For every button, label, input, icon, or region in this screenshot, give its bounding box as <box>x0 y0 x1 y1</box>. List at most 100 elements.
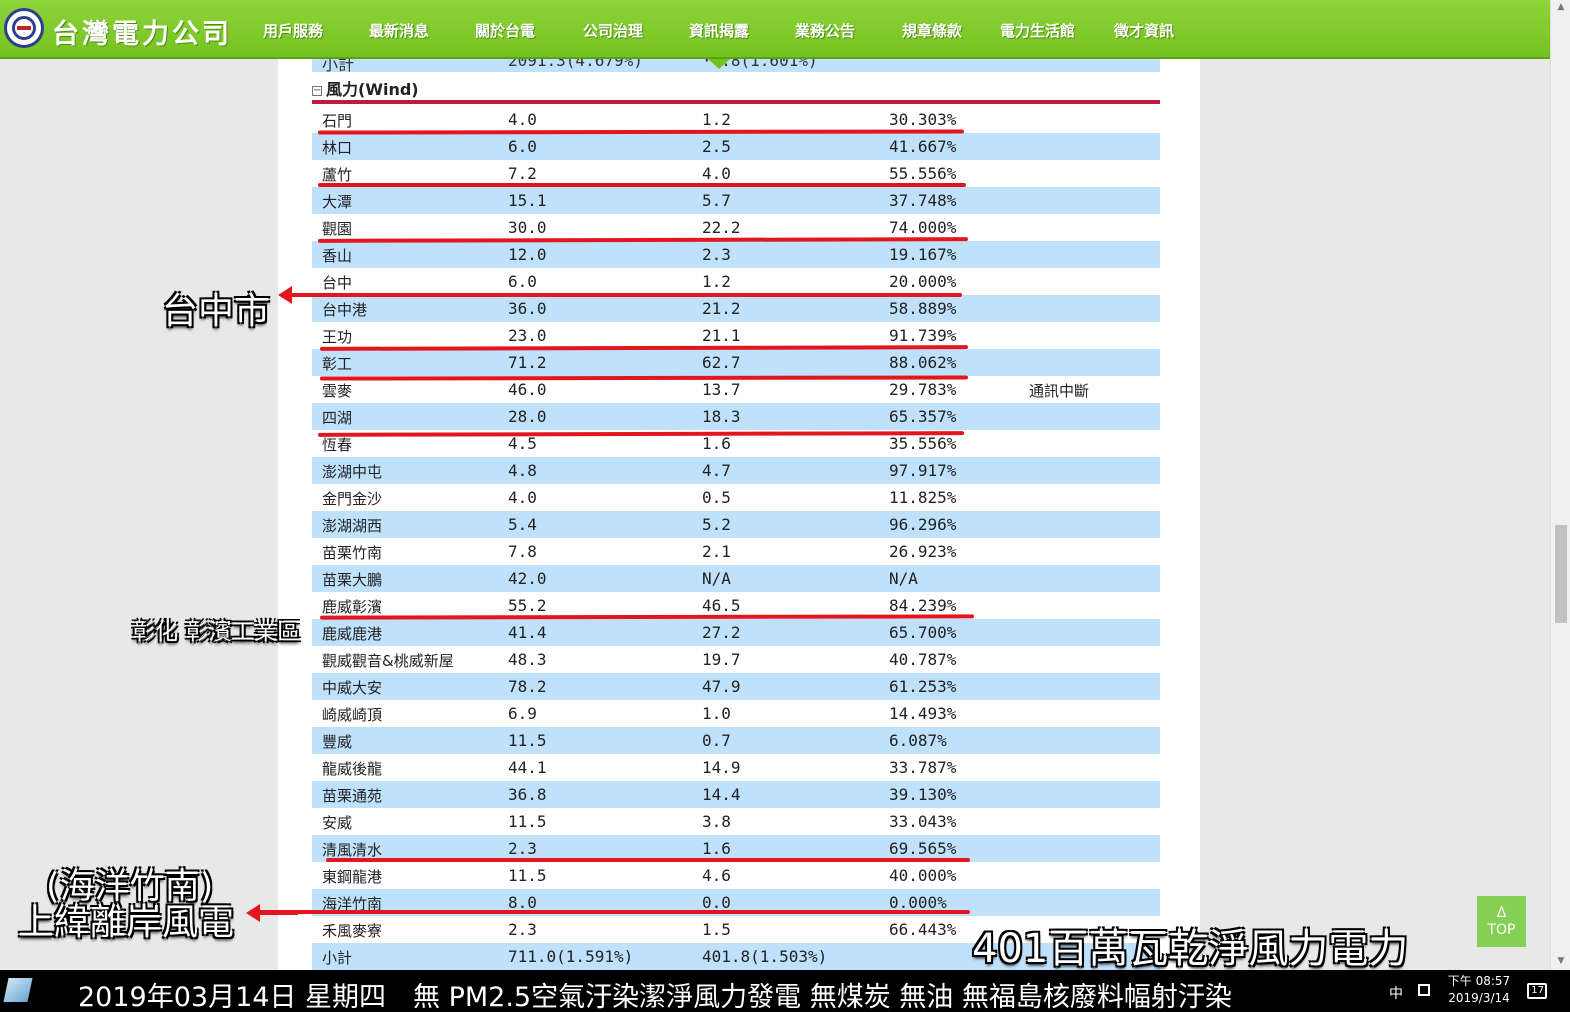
back-to-top-button[interactable]: Δ TOP <box>1477 896 1526 947</box>
wind-power-table: 石門 4.0 1.2 30.303% 林口 6.0 2.5 41.667% 蘆竹 7.2 4.0 55… <box>312 106 1160 970</box>
installed-capacity: 2.3 <box>508 920 537 939</box>
scroll-up-icon[interactable]: ▲ <box>1555 2 1567 12</box>
station-name: 豐威 <box>322 733 353 751</box>
tray-app-icon[interactable] <box>1418 984 1430 996</box>
station-name: 石門 <box>322 112 353 130</box>
ime-indicator[interactable]: 中 <box>1389 983 1403 1003</box>
installed-capacity: 11.5 <box>508 731 547 750</box>
net-output: 1.5 <box>702 920 731 939</box>
station-name: 大潭 <box>322 193 353 211</box>
clock-time: 下午 08:57 <box>1447 974 1511 988</box>
station-name: 彰工 <box>322 355 353 373</box>
output-ratio: 66.443% <box>889 920 957 939</box>
table-row: 四湖 28.0 18.3 65.357% <box>312 403 1160 430</box>
installed-capacity: 4.5 <box>508 434 537 453</box>
net-output: 19.7 <box>702 650 741 669</box>
net-output: 5.7 <box>702 191 731 210</box>
net-output: 21.1 <box>702 326 741 345</box>
table-row: 澎湖湖西 5.4 5.2 96.296% <box>312 511 1160 538</box>
installed-capacity: 46.0 <box>508 380 547 399</box>
output-ratio: 91.739% <box>889 326 957 345</box>
site-logo-text[interactable]: 台灣電力公司 <box>52 12 232 51</box>
callout-total-wind: 401百萬瓦乾淨風力電力 <box>972 926 1409 972</box>
net-output: 21.2 <box>702 299 741 318</box>
nav-disclosure[interactable]: 資訊揭露 <box>689 20 749 41</box>
output-ratio: 35.556% <box>889 434 957 453</box>
output-ratio: 41.667% <box>889 137 957 156</box>
underline-mark <box>290 293 962 297</box>
net-output: 4.6 <box>702 866 731 885</box>
station-name: 鹿威鹿港 <box>322 625 383 643</box>
station-name: 清風清水 <box>322 841 383 859</box>
station-name: 中威大安 <box>322 679 383 697</box>
start-icon[interactable] <box>3 978 33 1002</box>
output-ratio: 20.000% <box>889 272 957 291</box>
table-row: 澎湖中屯 4.8 4.7 97.917% <box>312 457 1160 484</box>
installed-capacity: 42.0 <box>508 569 547 588</box>
output-ratio: 96.296% <box>889 515 957 534</box>
vertical-scrollbar[interactable]: ▲ ▼ <box>1550 0 1570 970</box>
wind-section-header[interactable]: − 風力(Wind) <box>312 76 419 100</box>
installed-capacity: 48.3 <box>508 650 547 669</box>
underline-mark <box>318 183 966 187</box>
installed-capacity: 711.0(1.591%) <box>508 947 634 966</box>
output-ratio: 39.130% <box>889 785 957 804</box>
nav-regulations[interactable]: 規章條款 <box>902 20 962 41</box>
nav-governance[interactable]: 公司治理 <box>583 20 643 41</box>
scrollbar-thumb[interactable] <box>1555 525 1567 623</box>
nav-power-life[interactable]: 電力生活館 <box>1000 20 1075 41</box>
section-divider <box>312 100 1160 104</box>
installed-capacity: 23.0 <box>508 326 547 345</box>
table-row: 崎威崎頂 6.9 1.0 14.493% <box>312 700 1160 727</box>
callout-arrow-icon <box>246 904 298 922</box>
net-output: 5.2 <box>702 515 731 534</box>
output-ratio: 40.000% <box>889 866 957 885</box>
station-name: 鹿威彰濱 <box>322 598 383 616</box>
output-ratio: 37.748% <box>889 191 957 210</box>
station-name: 觀威觀音&桃威新屋 <box>322 652 454 670</box>
station-name: 苗栗竹南 <box>322 544 383 562</box>
net-output: 2.3 <box>702 245 731 264</box>
notification-center-icon[interactable]: 17 <box>1527 983 1547 999</box>
net-output: 4.0 <box>702 164 731 183</box>
installed-capacity: 5.4 <box>508 515 537 534</box>
installed-capacity: 30.0 <box>508 218 547 237</box>
net-output: 2.5 <box>702 137 731 156</box>
output-ratio: 88.062% <box>889 353 957 372</box>
net-output: 14.9 <box>702 758 741 777</box>
collapse-toggle-icon[interactable]: − <box>312 86 322 96</box>
nav-careers[interactable]: 徵才資訊 <box>1114 20 1174 41</box>
station-name: 苗栗大鵬 <box>322 571 383 589</box>
row-note: 通訊中斷 <box>1029 382 1090 400</box>
up-arrow-icon: Δ <box>1496 905 1507 921</box>
table-row: 東鋼龍港 11.5 4.6 40.000% <box>312 862 1160 889</box>
taipower-logo-icon[interactable] <box>4 8 44 48</box>
table-row: 香山 12.0 2.3 19.167% <box>312 241 1160 268</box>
table-row: 觀威觀音&桃威新屋 48.3 19.7 40.787% <box>312 646 1160 673</box>
output-ratio: 58.889% <box>889 299 957 318</box>
underline-mark <box>326 858 970 862</box>
output-ratio: 6.087% <box>889 731 947 750</box>
scroll-down-icon[interactable]: ▼ <box>1555 956 1567 966</box>
installed-capacity: 6.0 <box>508 137 537 156</box>
station-name: 澎湖中屯 <box>322 463 383 481</box>
output-ratio: 74.000% <box>889 218 957 237</box>
station-name: 金門金沙 <box>322 490 383 508</box>
nav-about[interactable]: 關於台電 <box>475 20 535 41</box>
nav-latest-news[interactable]: 最新消息 <box>369 20 429 41</box>
net-output: 1.0 <box>702 704 731 723</box>
installed-capacity: 41.4 <box>508 623 547 642</box>
installed-capacity: 6.9 <box>508 704 537 723</box>
output-ratio: 26.923% <box>889 542 957 561</box>
output-ratio: 69.565% <box>889 839 957 858</box>
output-ratio: 84.239% <box>889 596 957 615</box>
station-name: 安威 <box>322 814 353 832</box>
station-name: 小計 <box>322 949 353 967</box>
net-output: 0.7 <box>702 731 731 750</box>
system-clock[interactable]: 下午 08:57 2019/3/14 <box>1446 973 1512 1007</box>
output-ratio: 40.787% <box>889 650 957 669</box>
table-row: 台中 6.0 1.2 20.000% <box>312 268 1160 295</box>
net-output: 2.1 <box>702 542 731 561</box>
nav-announcements[interactable]: 業務公告 <box>795 20 855 41</box>
nav-customer-service[interactable]: 用戶服務 <box>263 20 323 41</box>
